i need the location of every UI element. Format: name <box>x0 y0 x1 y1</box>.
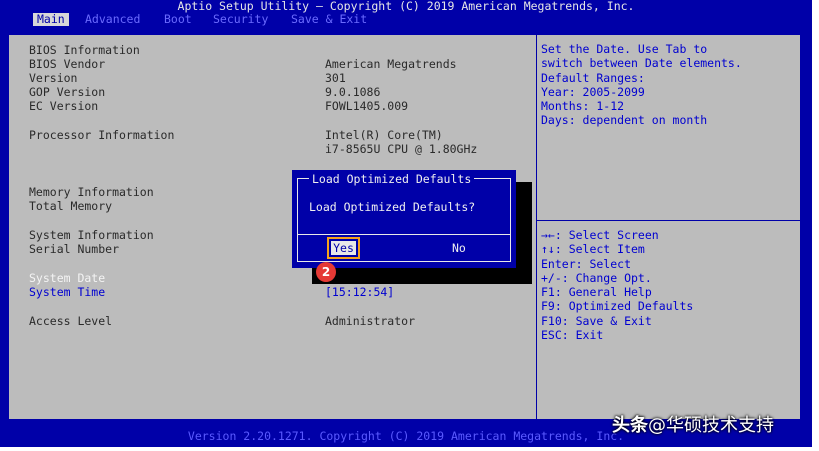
access-level-label: Access Level <box>29 314 113 328</box>
key-legend-line: +/-: Change Opt. <box>541 270 652 285</box>
access-level-value: Administrator <box>325 314 416 328</box>
bios-screen: Aptio Setup Utility – Copyright (C) 2019… <box>0 0 812 447</box>
version-label: Version <box>29 71 78 85</box>
tab-boot[interactable]: Boot <box>164 13 192 26</box>
gop-version-value: 9.0.1086 <box>325 85 381 99</box>
version-value: 301 <box>325 71 346 85</box>
key-legend-line: ESC: Exit <box>541 328 604 343</box>
system-information-heading: System Information <box>29 228 154 242</box>
help-description-line: Set the Date. Use Tab to <box>541 42 708 56</box>
no-button[interactable]: No <box>452 241 466 255</box>
key-legend-line: Enter: Select <box>541 256 632 271</box>
key-legend-line: F1: General Help <box>541 285 652 300</box>
processor-value-line2: i7-8565U CPU @ 1.80GHz <box>325 142 478 156</box>
key-legend-line: ↑↓: Select Item <box>541 242 645 257</box>
help-description-line: Year: 2005-2099 <box>541 84 645 99</box>
tab-advanced[interactable]: Advanced <box>85 13 140 26</box>
help-description-line: Days: dependent on month <box>541 113 708 128</box>
help-divider <box>537 220 800 221</box>
key-legend: →←: Select Screen ↑↓: Select Item Enter: S… <box>541 228 693 342</box>
key-legend-line: F10: Save & Exit <box>541 313 652 328</box>
serial-number-label: Serial Number <box>29 242 120 256</box>
tab-bar: Main Advanced Boot Security Save & Exit <box>0 13 812 26</box>
help-description-line: Months: 1-12 <box>541 99 625 114</box>
yes-button-label: Yes <box>331 241 356 255</box>
yes-button[interactable]: Yes <box>327 237 360 259</box>
watermark-handle: @华硕技术支持 <box>648 415 774 436</box>
total-memory-label: Total Memory <box>29 199 113 213</box>
dialog-message: Load Optimized Defaults? <box>309 200 476 214</box>
system-time-label[interactable]: System Time <box>29 285 105 299</box>
help-description-line: switch between Date elements. <box>541 56 742 71</box>
help-description: Set the Date. Use Tab to switch between D… <box>541 42 742 128</box>
tab-save-exit[interactable]: Save & Exit <box>291 13 367 26</box>
ec-version-value: FOWL1405.009 <box>325 99 409 113</box>
key-legend-line: →←: Select Screen <box>541 228 659 242</box>
help-description-line: Default Ranges: <box>541 70 645 85</box>
processor-value-line1: Intel(R) Core(TM) <box>325 128 443 142</box>
bios-information-heading: BIOS Information <box>29 43 140 57</box>
watermark-brand: 头条 <box>612 415 648 436</box>
bios-vendor-value: American Megatrends <box>325 57 457 71</box>
watermark: 头条@华硕技术支持 <box>612 414 774 438</box>
memory-information-heading: Memory Information <box>29 185 154 199</box>
processor-information-label: Processor Information <box>29 128 175 142</box>
dialog-separator <box>298 234 510 235</box>
tab-main[interactable]: Main <box>33 13 69 26</box>
tab-security[interactable]: Security <box>213 13 268 26</box>
gop-version-label: GOP Version <box>29 85 106 99</box>
ec-version-label: EC Version <box>29 99 99 113</box>
bios-vendor-label: BIOS Vendor <box>29 57 106 71</box>
system-date-label[interactable]: System Date <box>29 271 105 285</box>
key-legend-line: F9: Optimized Defaults <box>541 299 694 314</box>
step-badge: 2 <box>316 262 336 282</box>
dialog-title: Load Optimized Defaults <box>309 172 475 186</box>
system-time-value[interactable]: [15:12:54] <box>325 285 394 299</box>
